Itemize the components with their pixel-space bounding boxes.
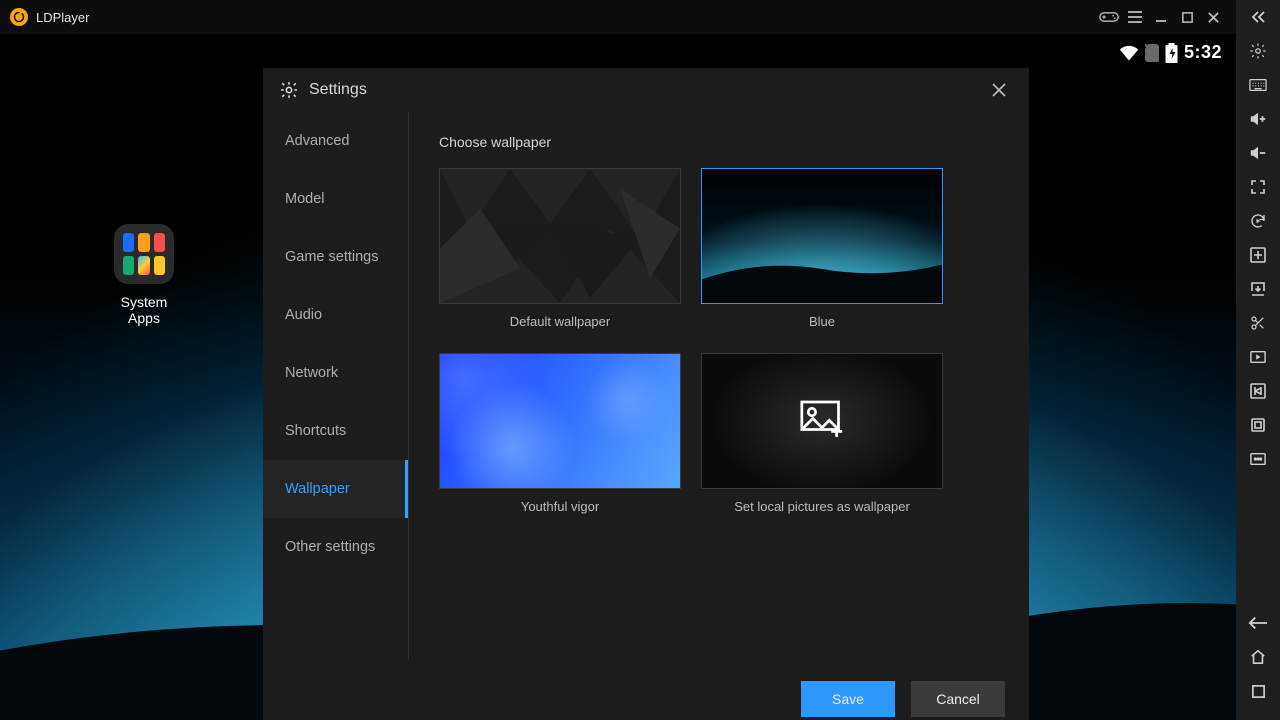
menu-icon[interactable] bbox=[1122, 0, 1148, 34]
settings-gear-icon[interactable] bbox=[1236, 34, 1280, 68]
record-icon[interactable] bbox=[1236, 340, 1280, 374]
sidebar-item-label: Wallpaper bbox=[285, 481, 350, 497]
close-icon[interactable] bbox=[1200, 0, 1226, 34]
wallpaper-label: Youthful vigor bbox=[521, 499, 599, 514]
side-toolbar bbox=[1236, 0, 1280, 720]
sidebar-item-model[interactable]: Model bbox=[263, 170, 408, 228]
install-apk-icon[interactable] bbox=[1236, 272, 1280, 306]
desktop-app-system-apps[interactable]: System Apps bbox=[110, 224, 178, 326]
gamepad-icon[interactable] bbox=[1096, 0, 1122, 34]
keyboard-icon[interactable] bbox=[1236, 68, 1280, 102]
save-button[interactable]: Save bbox=[801, 681, 895, 717]
sidebar-item-label: Shortcuts bbox=[285, 423, 346, 439]
wallpaper-thumb bbox=[701, 168, 943, 304]
dialog-footer: Save Cancel bbox=[263, 660, 1029, 720]
more-icon[interactable] bbox=[1236, 442, 1280, 476]
sidebar-item-wallpaper[interactable]: Wallpaper bbox=[263, 460, 408, 518]
rotate-icon[interactable] bbox=[1236, 408, 1280, 442]
cancel-button[interactable]: Cancel bbox=[911, 681, 1005, 717]
settings-dialog: Settings Advanced Model Game settings Au… bbox=[263, 68, 1029, 720]
sync-icon[interactable] bbox=[1236, 204, 1280, 238]
titlebar: LDPlayer bbox=[0, 0, 1236, 34]
android-status-bar: 5:32 bbox=[1119, 42, 1222, 63]
wallpaper-thumb bbox=[439, 168, 681, 304]
nav-recent-icon[interactable] bbox=[1236, 674, 1280, 708]
pane-heading: Choose wallpaper bbox=[439, 134, 999, 150]
wallpaper-label: Blue bbox=[809, 314, 835, 329]
app-logo bbox=[10, 8, 28, 26]
wallpaper-option-local[interactable]: Set local pictures as wallpaper bbox=[701, 353, 943, 514]
dialog-close-icon[interactable] bbox=[985, 76, 1013, 104]
collapse-rail-icon[interactable] bbox=[1236, 0, 1280, 34]
nav-back-icon[interactable] bbox=[1236, 606, 1280, 640]
wifi-icon bbox=[1119, 45, 1139, 61]
sidebar-item-network[interactable]: Network bbox=[263, 344, 408, 402]
operation-record-icon[interactable] bbox=[1236, 374, 1280, 408]
settings-pane: Choose wallpaper Default wallpaper bbox=[409, 112, 1029, 660]
sidebar-item-label: Other settings bbox=[285, 539, 375, 555]
dialog-header: Settings bbox=[263, 68, 1029, 112]
nav-home-icon[interactable] bbox=[1236, 640, 1280, 674]
sidebar-item-label: Game settings bbox=[285, 249, 379, 265]
sidebar-item-label: Network bbox=[285, 365, 338, 381]
wallpaper-option-default[interactable]: Default wallpaper bbox=[439, 168, 681, 329]
no-sim-icon bbox=[1145, 44, 1159, 62]
minimize-icon[interactable] bbox=[1148, 0, 1174, 34]
sidebar-item-game-settings[interactable]: Game settings bbox=[263, 228, 408, 286]
sidebar-item-other-settings[interactable]: Other settings bbox=[263, 518, 408, 576]
scissors-icon[interactable] bbox=[1236, 306, 1280, 340]
dialog-title: Settings bbox=[309, 81, 367, 99]
sidebar-item-label: Audio bbox=[285, 307, 322, 323]
wallpaper-option-youthful[interactable]: Youthful vigor bbox=[439, 353, 681, 514]
add-picture-icon bbox=[800, 400, 844, 443]
emulator-viewport: 5:32 System Apps Settings Advanced Model bbox=[0, 34, 1236, 720]
volume-up-icon[interactable] bbox=[1236, 102, 1280, 136]
desktop-app-label: System Apps bbox=[110, 294, 178, 326]
wallpaper-thumb bbox=[439, 353, 681, 489]
wallpaper-label: Set local pictures as wallpaper bbox=[734, 499, 910, 514]
settings-sidebar: Advanced Model Game settings Audio Netwo… bbox=[263, 112, 409, 660]
fullscreen-icon[interactable] bbox=[1236, 170, 1280, 204]
add-app-icon[interactable] bbox=[1236, 238, 1280, 272]
sidebar-item-shortcuts[interactable]: Shortcuts bbox=[263, 402, 408, 460]
gear-icon bbox=[279, 80, 299, 100]
clock: 5:32 bbox=[1184, 42, 1222, 63]
sidebar-item-label: Model bbox=[285, 191, 325, 207]
battery-charging-icon bbox=[1165, 43, 1178, 63]
volume-down-icon[interactable] bbox=[1236, 136, 1280, 170]
sidebar-item-label: Advanced bbox=[285, 133, 350, 149]
app-title: LDPlayer bbox=[36, 10, 89, 25]
folder-icon bbox=[114, 224, 174, 284]
maximize-icon[interactable] bbox=[1174, 0, 1200, 34]
wallpaper-option-blue[interactable]: Blue bbox=[701, 168, 943, 329]
sidebar-item-advanced[interactable]: Advanced bbox=[263, 112, 408, 170]
wallpaper-thumb bbox=[701, 353, 943, 489]
wallpaper-label: Default wallpaper bbox=[510, 314, 610, 329]
sidebar-item-audio[interactable]: Audio bbox=[263, 286, 408, 344]
